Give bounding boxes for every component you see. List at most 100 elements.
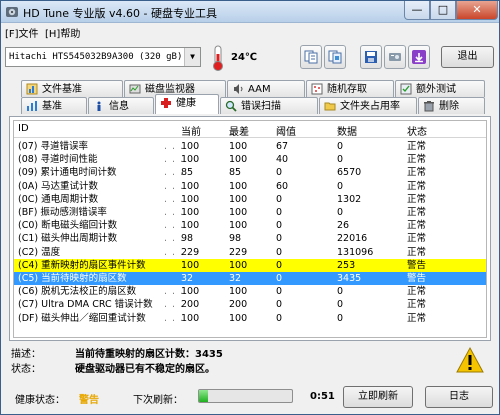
cell-worst: 98 xyxy=(229,233,242,245)
close-button[interactable]: ✕ xyxy=(456,1,498,20)
cell-worst: 32 xyxy=(229,273,242,284)
cell-threshold: 0 xyxy=(276,259,283,271)
column-header-current[interactable]: 当前 xyxy=(181,123,201,138)
copy-screenshot-button[interactable] xyxy=(324,45,346,69)
cell-threshold: 0 xyxy=(276,167,283,179)
cell-threshold: 0 xyxy=(276,286,283,298)
disk-options-icon xyxy=(389,53,401,61)
disk-options-button[interactable] xyxy=(384,45,406,69)
cell-data: 26 xyxy=(337,220,350,232)
tab-info[interactable]: 信息 xyxy=(88,97,154,114)
table-row[interactable]: (C6) 脱机无法校正的扇区数. . . 100 100 0 0 正常 xyxy=(14,285,486,298)
menu-file[interactable]: [F]文件 xyxy=(5,25,39,40)
chevron-down-icon[interactable]: ▼ xyxy=(184,48,200,66)
cell-attribute-name: (C5) 当前待映射的扇区数 xyxy=(18,273,127,284)
cell-status: 正常 xyxy=(407,141,427,152)
copy-text-icon xyxy=(304,50,318,64)
cell-current: 100 xyxy=(181,312,200,324)
health-panel: ID 当前 最差 阈值 数据 状态 (07) 寻道错误率. . . 100 100 6… xyxy=(9,116,491,341)
cell-attribute-name: (07) 寻道错误率 xyxy=(18,141,89,152)
cell-current: 100 xyxy=(181,286,200,298)
status-label: 状态： xyxy=(11,364,41,375)
column-header-data[interactable]: 数据 xyxy=(337,123,357,138)
cell-data: 6570 xyxy=(337,167,362,179)
menu-help[interactable]: [H]帮助 xyxy=(45,25,80,40)
table-row[interactable]: (C4) 重新映射的扇区事件计数. . .1001000253警告 xyxy=(14,258,486,272)
table-row[interactable]: (DF) 磁头伸出／缩回重试计数. . . 100 100 0 0 正常 xyxy=(14,312,486,325)
cell-current: 200 xyxy=(181,299,200,311)
temperature-readout: 24℃ xyxy=(231,52,258,63)
trash-icon xyxy=(424,101,434,112)
table-row[interactable]: (BF) 振动感测错误率. . . 100 100 0 0 正常 xyxy=(14,206,486,219)
drive-select[interactable]: Hitachi HTS545032B9A300 (320 gB) ▼ xyxy=(5,47,201,67)
table-row[interactable]: (C2) 温度. . . 229 229 0 131096 正常 xyxy=(14,246,486,259)
download-icon xyxy=(412,50,426,64)
tab-extra-tests[interactable]: 额外测试 xyxy=(395,80,485,97)
cell-status: 正常 xyxy=(407,246,427,258)
maximize-button[interactable]: □ xyxy=(430,1,456,20)
cell-attribute-name: (0C) 通电周期计数 xyxy=(18,193,99,205)
drive-select-value: Hitachi HTS545032B9A300 (320 gB) xyxy=(9,52,183,62)
cell-attribute-name: (08) 寻道时间性能 xyxy=(18,154,98,166)
cell-threshold: 0 xyxy=(276,233,283,245)
table-row[interactable]: (07) 寻道错误率. . . 100 100 67 0 正常 xyxy=(14,140,486,153)
tab-label: AAM xyxy=(248,84,271,95)
column-header-id[interactable]: ID xyxy=(18,123,29,134)
tab-error-scan[interactable]: 错误扫描 xyxy=(220,97,318,114)
window-title: HD Tune 专业版 v4.60 - 硬盘专业工具 xyxy=(23,7,217,20)
table-row[interactable]: (0A) 马达重试计数. . . 100 100 60 0 正常 xyxy=(14,180,486,193)
tab-label: 信息 xyxy=(109,101,129,112)
smart-table[interactable]: ID 当前 最差 阈值 数据 状态 (07) 寻道错误率. . . 100 100 6… xyxy=(13,120,487,338)
tab-label: 删除 xyxy=(439,101,459,112)
copy-text-button[interactable] xyxy=(300,45,322,69)
tab-label: 随机存取 xyxy=(327,84,367,95)
table-row[interactable]: (0C) 通电周期计数. . . 100 100 0 1302 正常 xyxy=(14,193,486,206)
column-header-threshold[interactable]: 阈值 xyxy=(276,123,296,138)
tab-folder-usage[interactable]: 文件夹占用率 xyxy=(319,97,417,114)
tab-label: 错误扫描 xyxy=(241,101,281,112)
save-button[interactable] xyxy=(360,45,382,69)
cell-current: 100 xyxy=(181,141,200,152)
log-button[interactable]: 日志 xyxy=(425,386,493,408)
tab-file-benchmark[interactable]: 文件基准 xyxy=(21,80,123,97)
menu-bar: [F]文件 [H]帮助 xyxy=(1,23,499,40)
cell-status: 正常 xyxy=(407,312,427,324)
table-row[interactable]: (C0) 断电磁头缩回计数. . . 100 100 0 26 正常 xyxy=(14,219,486,232)
table-row[interactable]: (C1) 磁头伸出周期计数. . . 98 98 0 22016 正常 xyxy=(14,232,486,245)
cell-threshold: 0 xyxy=(276,273,283,284)
file-benchmark-icon xyxy=(26,83,38,95)
cell-data: 253 xyxy=(337,259,356,271)
cell-worst: 85 xyxy=(229,167,242,179)
cell-data: 0 xyxy=(337,299,344,311)
cell-status: 警告 xyxy=(407,259,427,271)
cell-data: 0 xyxy=(337,180,344,192)
tab-aam[interactable]: AAM xyxy=(227,80,305,97)
cell-worst: 100 xyxy=(229,312,248,324)
cell-threshold: 0 xyxy=(276,193,283,205)
tab-benchmark[interactable]: 基准 xyxy=(21,97,87,114)
cell-status: 正常 xyxy=(407,286,427,298)
extra-tests-icon xyxy=(400,83,412,95)
cell-current: 100 xyxy=(181,154,200,166)
column-header-worst[interactable]: 最差 xyxy=(229,123,249,138)
table-row[interactable]: (08) 寻道时间性能. . . 100 100 40 0 正常 xyxy=(14,153,486,166)
table-row[interactable]: (C5) 当前待映射的扇区数. . .323203435警告 xyxy=(14,272,486,285)
table-row[interactable]: (C7) Ultra DMA CRC 错误计数. . . 200 200 0 0 正常 xyxy=(14,298,486,311)
cell-data: 0 xyxy=(337,286,344,298)
download-button[interactable] xyxy=(408,45,430,69)
column-header-status[interactable]: 状态 xyxy=(407,123,427,138)
refresh-now-button[interactable]: 立即刷新 xyxy=(343,386,413,408)
minimize-button[interactable]: — xyxy=(404,1,430,20)
save-icon xyxy=(365,51,377,63)
exit-button[interactable]: 退出 xyxy=(441,46,494,68)
cell-threshold: 0 xyxy=(276,220,283,232)
tab-erase[interactable]: 删除 xyxy=(418,97,485,114)
table-row[interactable]: (09) 累计通电时间计数. . . 85 85 0 6570 正常 xyxy=(14,166,486,179)
tab-random-access[interactable]: 随机存取 xyxy=(306,80,394,97)
tab-health[interactable]: 健康 xyxy=(155,94,219,114)
benchmark-icon xyxy=(27,101,37,111)
cell-attribute-name: (C1) 磁头伸出周期计数 xyxy=(18,233,118,245)
title-bar[interactable]: HD Tune 专业版 v4.60 - 硬盘专业工具 — □ ✕ xyxy=(1,1,499,23)
cell-data: 22016 xyxy=(337,233,368,245)
details-area: 描述： 当前待重映射的扇区计数：3435 状态： 硬盘驱动器已有不稳定的扇区。 xyxy=(9,343,491,377)
